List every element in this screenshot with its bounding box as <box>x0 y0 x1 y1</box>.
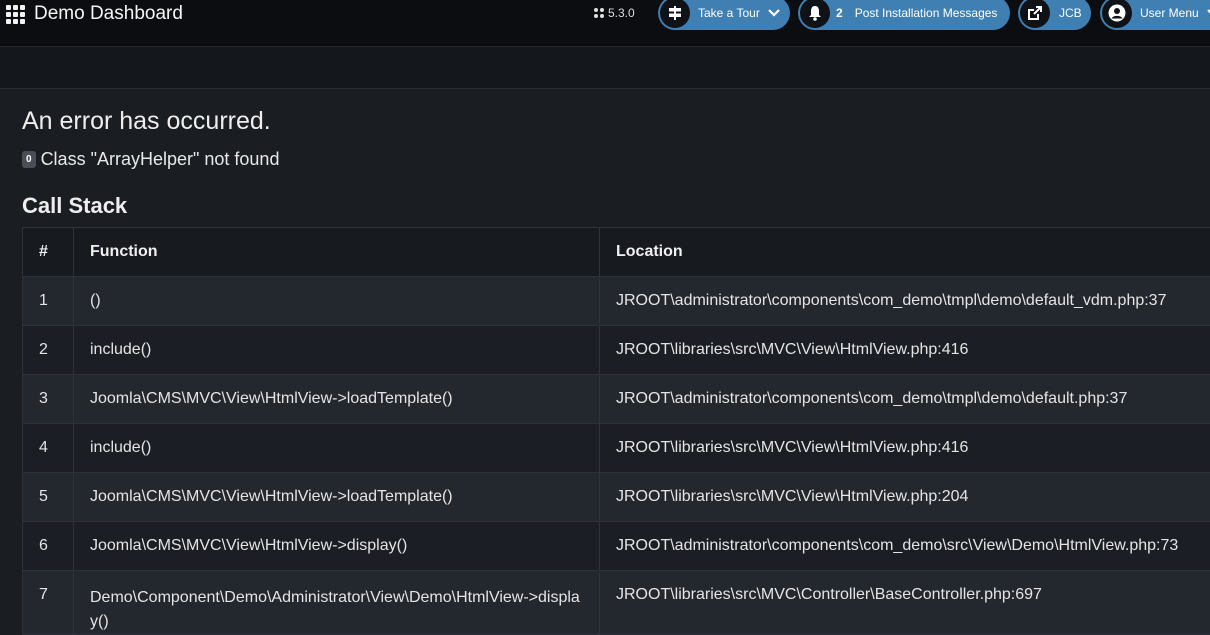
post-installation-messages-button[interactable]: 2 Post Installation Messages <box>798 0 1010 30</box>
take-a-tour-label: Take a Tour <box>698 6 760 20</box>
row-location: JROOT\administrator\components\com_demo\… <box>600 522 1210 571</box>
jcb-label: JCB <box>1059 6 1082 20</box>
row-number: 3 <box>23 375 74 424</box>
chevron-down-icon <box>768 9 780 17</box>
row-location: JROOT\libraries\src\MVC\View\HtmlView.ph… <box>600 326 1210 375</box>
call-stack-table: # Function Location 1 () JROOT\administr… <box>22 227 1210 635</box>
joomla-icon <box>594 8 605 19</box>
error-message-text: Class "ArrayHelper" not found <box>41 149 280 170</box>
row-number: 2 <box>23 326 74 375</box>
row-function: include() <box>74 424 600 473</box>
table-row: 4 include() JROOT\libraries\src\MVC\View… <box>23 424 1210 473</box>
page-title: Demo Dashboard <box>34 3 183 25</box>
row-number: 5 <box>23 473 74 522</box>
brand[interactable]: Demo Dashboard <box>6 2 183 26</box>
signpost-icon <box>660 0 690 28</box>
messages-count: 2 <box>836 6 843 20</box>
jcb-button[interactable]: JCB <box>1018 0 1091 30</box>
call-stack-title: Call Stack <box>22 193 127 219</box>
row-function: () <box>74 277 600 326</box>
row-function: Demo\Component\Demo\Administrator\View\D… <box>74 571 600 635</box>
table-header-row: # Function Location <box>23 228 1210 277</box>
row-number: 1 <box>23 277 74 326</box>
grid-icon[interactable] <box>6 5 25 24</box>
row-number: 6 <box>23 522 74 571</box>
table-row: 1 () JROOT\administrator\components\com_… <box>23 277 1210 326</box>
column-header-function: Function <box>74 228 600 277</box>
column-header-number: # <box>23 228 74 277</box>
version-info: 5.3.0 <box>594 6 635 20</box>
top-bar: Demo Dashboard 5.3.0 Take a Tour 2 Post … <box>0 0 1210 47</box>
row-location: JROOT\administrator\components\com_demo\… <box>600 277 1210 326</box>
user-menu-label: User Menu <box>1140 6 1199 20</box>
table-row: 3 Joomla\CMS\MVC\View\HtmlView->loadTemp… <box>23 375 1210 424</box>
row-function: Joomla\CMS\MVC\View\HtmlView->display() <box>74 522 600 571</box>
table-row: 6 Joomla\CMS\MVC\View\HtmlView->display(… <box>23 522 1210 571</box>
row-function: Joomla\CMS\MVC\View\HtmlView->loadTempla… <box>74 473 600 522</box>
error-title: An error has occurred. <box>22 107 271 136</box>
error-message: 0 Class "ArrayHelper" not found <box>22 149 279 170</box>
take-a-tour-button[interactable]: Take a Tour <box>658 0 790 30</box>
row-function: Joomla\CMS\MVC\View\HtmlView->loadTempla… <box>74 375 600 424</box>
user-icon <box>1102 0 1132 28</box>
row-location: JROOT\libraries\src\MVC\View\HtmlView.ph… <box>600 473 1210 522</box>
messages-label: Post Installation Messages <box>855 6 998 20</box>
external-link-icon <box>1020 0 1050 28</box>
row-location: JROOT\administrator\components\com_demo\… <box>600 375 1210 424</box>
bell-icon <box>800 0 830 28</box>
row-location: JROOT\libraries\src\MVC\Controller\BaseC… <box>600 571 1210 635</box>
row-function: include() <box>74 326 600 375</box>
row-number: 4 <box>23 424 74 473</box>
column-header-location: Location <box>600 228 1210 277</box>
row-location: JROOT\libraries\src\MVC\View\HtmlView.ph… <box>600 424 1210 473</box>
table-row: 7 Demo\Component\Demo\Administrator\View… <box>23 571 1210 635</box>
row-number: 7 <box>23 571 74 635</box>
error-code-badge: 0 <box>22 151 36 168</box>
table-row: 2 include() JROOT\libraries\src\MVC\View… <box>23 326 1210 375</box>
user-menu-button[interactable]: User Menu <box>1100 0 1210 30</box>
version-label: 5.3.0 <box>608 6 635 20</box>
toolbar <box>0 47 1210 89</box>
table-row: 5 Joomla\CMS\MVC\View\HtmlView->loadTemp… <box>23 473 1210 522</box>
